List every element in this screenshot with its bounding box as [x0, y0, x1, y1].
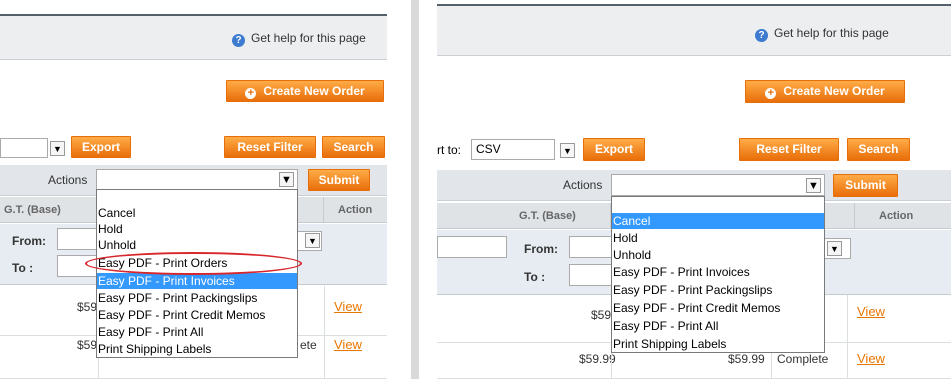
option-easy-pdf-print-packingslips[interactable]: Easy PDF - Print Packingslips: [612, 282, 824, 298]
create-new-order-label: Create New Order: [263, 84, 365, 98]
option-hold[interactable]: Hold: [97, 221, 297, 237]
column-gt-base[interactable]: G.T. (Base): [437, 203, 611, 229]
option-cancel[interactable]: Cancel: [612, 213, 824, 229]
option-easy-pdf-print-credit-memos[interactable]: Easy PDF - Print Credit Memos: [612, 300, 824, 316]
create-new-order-button[interactable]: + Create New Order: [745, 80, 905, 103]
help-circle-icon: ?: [232, 34, 245, 47]
create-new-order-label: Create New Order: [783, 84, 885, 98]
from-label: From:: [12, 234, 46, 248]
export-button[interactable]: Export: [583, 138, 645, 161]
column-action: Action: [879, 210, 914, 222]
actions-label: Actions: [563, 178, 603, 192]
export-format-select[interactable]: [0, 138, 48, 158]
reset-filter-button[interactable]: Reset Filter: [224, 136, 316, 158]
option-easy-pdf-print-invoices[interactable]: Easy PDF - Print Invoices: [97, 273, 297, 289]
panel-separator: [387, 0, 437, 379]
option-easy-pdf-print-invoices[interactable]: Easy PDF - Print Invoices: [612, 264, 824, 280]
chevron-down-icon[interactable]: ▼: [827, 241, 842, 256]
option-unhold[interactable]: Unhold: [97, 237, 297, 253]
option-easy-pdf-print-all[interactable]: Easy PDF - Print All: [612, 318, 824, 334]
help-link-label: Get help for this page: [774, 26, 889, 40]
right-screenshot-panel: ? Get help for this page + Create New Orde…: [437, 0, 951, 379]
column-gt-base[interactable]: G.T. (Base): [0, 197, 98, 223]
gt-base-to-input[interactable]: [569, 264, 613, 286]
view-link[interactable]: View: [857, 351, 885, 366]
option-print-shipping-labels[interactable]: Print Shipping Labels: [612, 336, 824, 352]
actions-select[interactable]: [96, 169, 298, 190]
create-new-order-button[interactable]: + Create New Order: [226, 80, 384, 102]
plus-circle-icon: +: [245, 88, 257, 99]
export-to-label: rt to:: [437, 143, 462, 157]
row-status: ete: [300, 338, 317, 352]
actions-label: Actions: [48, 173, 88, 187]
page-header: ? Get help for this page: [0, 14, 387, 60]
option-unhold[interactable]: Unhold: [612, 247, 824, 263]
from-label: From:: [524, 242, 558, 256]
view-link[interactable]: View: [334, 337, 362, 352]
chevron-down-icon[interactable]: ▼: [806, 178, 821, 193]
gt-base-from-input[interactable]: [57, 228, 97, 250]
chevron-down-icon[interactable]: ▼: [305, 233, 320, 248]
chevron-down-icon[interactable]: ▼: [50, 141, 65, 156]
column-divider: [324, 286, 325, 379]
separator-bar: [411, 0, 419, 379]
row-gt-purchased: $59.99: [728, 352, 765, 366]
option-easy-pdf-print-packingslips[interactable]: Easy PDF - Print Packingslips: [97, 290, 297, 306]
export-format-select[interactable]: CSV: [471, 139, 555, 160]
option-easy-pdf-print-credit-memos[interactable]: Easy PDF - Print Credit Memos: [97, 307, 297, 323]
filter-input-partial[interactable]: [437, 236, 507, 258]
column-divider: [847, 295, 848, 379]
chevron-down-icon[interactable]: ▼: [560, 143, 575, 158]
page-header: ? Get help for this page: [437, 4, 951, 56]
to-label: To :: [12, 261, 34, 275]
submit-button[interactable]: Submit: [833, 174, 898, 197]
column-action: Action: [338, 204, 373, 216]
row-gt-base: $59: [77, 338, 98, 352]
help-link[interactable]: ? Get help for this page: [755, 26, 889, 42]
row-status: Complete: [777, 352, 829, 366]
search-button[interactable]: Search: [322, 136, 385, 158]
view-link[interactable]: View: [857, 304, 885, 319]
help-link-label: Get help for this page: [251, 31, 366, 45]
plus-circle-icon: +: [765, 88, 777, 99]
help-link[interactable]: ? Get help for this page: [232, 31, 366, 47]
reset-filter-button[interactable]: Reset Filter: [739, 138, 839, 161]
option-hold[interactable]: Hold: [612, 230, 824, 246]
submit-button[interactable]: Submit: [308, 169, 370, 191]
actions-dropdown-list: Cancel Hold Unhold Easy PDF - Print Invo…: [611, 196, 825, 353]
row-gt-base: $59: [591, 308, 612, 322]
view-link[interactable]: View: [334, 299, 362, 314]
option-cancel[interactable]: Cancel: [97, 205, 297, 221]
chevron-down-icon[interactable]: ▼: [279, 172, 294, 187]
row-gt-base: $59: [77, 300, 98, 314]
search-button[interactable]: Search: [847, 138, 910, 161]
option-print-shipping-labels[interactable]: Print Shipping Labels: [97, 341, 297, 357]
help-circle-icon: ?: [755, 29, 768, 42]
gt-base-from-input[interactable]: [569, 236, 613, 258]
actions-select[interactable]: [611, 174, 825, 196]
export-button[interactable]: Export: [71, 136, 131, 158]
left-screenshot-panel: ? Get help for this page + Create New Orde…: [0, 0, 387, 379]
highlight-circle: [85, 252, 302, 275]
option-easy-pdf-print-all[interactable]: Easy PDF - Print All: [97, 324, 297, 340]
to-label: To :: [524, 270, 546, 284]
